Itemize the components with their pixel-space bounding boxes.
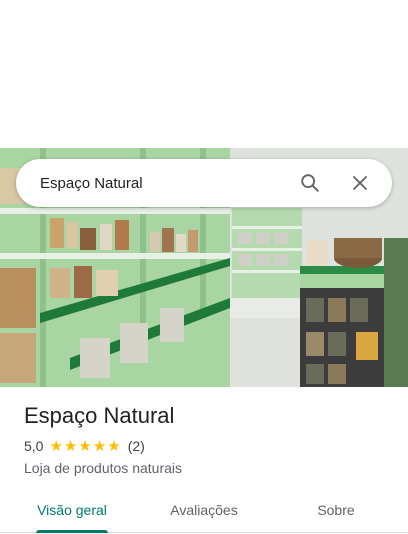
active-tab-indicator [36, 530, 108, 533]
close-icon[interactable] [344, 167, 376, 199]
star-icon: ★ [107, 437, 121, 455]
search-icon[interactable] [294, 167, 326, 199]
place-category: Loja de produtos naturais [24, 460, 182, 476]
tab-bar: Visão geral Avaliações Sobre [0, 488, 408, 533]
tab-label: Visão geral [37, 502, 107, 518]
place-title: Espaço Natural [24, 403, 175, 428]
tab-label: Avaliações [170, 502, 238, 518]
star-icon: ★ [78, 437, 92, 455]
tab-reviews[interactable]: Avaliações [144, 488, 264, 532]
search-bar[interactable]: Espaço Natural [16, 159, 392, 207]
rating-value: 5,0 [24, 438, 44, 454]
star-icon: ★ [63, 437, 78, 455]
search-input[interactable]: Espaço Natural [40, 175, 294, 192]
tab-about[interactable]: Sobre [264, 488, 408, 532]
tab-overview[interactable]: Visão geral [0, 488, 144, 533]
review-count[interactable]: (2) [128, 438, 145, 454]
star-icon: ★ [49, 437, 63, 455]
star-icon: ★ [92, 437, 107, 455]
tab-label: Sobre [317, 502, 355, 518]
star-rating: ★ ★ ★ ★ ★ [49, 439, 121, 454]
rating-row[interactable]: 5,0 ★ ★ ★ ★ ★ (2) [24, 438, 145, 454]
